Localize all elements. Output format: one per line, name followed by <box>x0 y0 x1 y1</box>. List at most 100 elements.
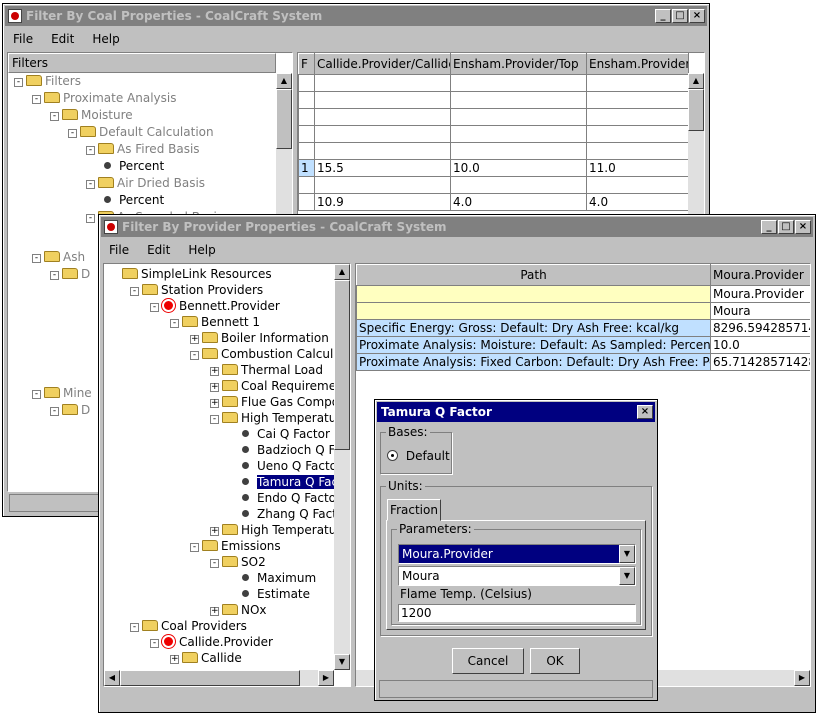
table-cell[interactable] <box>298 91 315 109</box>
table-cell[interactable] <box>314 108 451 126</box>
collapse-icon[interactable]: - <box>190 351 199 360</box>
table-cell[interactable] <box>298 125 315 143</box>
table-cell[interactable] <box>298 74 315 92</box>
table-cell[interactable] <box>450 91 587 109</box>
tree-item[interactable]: - SO2 <box>210 554 266 570</box>
tree-item[interactable]: SimpleLink Resources <box>110 266 272 282</box>
table-cell[interactable] <box>586 91 689 109</box>
path-cell[interactable]: Specific Energy: Gross: Default: Dry Ash… <box>356 319 711 337</box>
column-header[interactable]: F <box>298 53 315 75</box>
expand-icon[interactable]: + <box>210 399 219 408</box>
table-cell[interactable]: 4.0 <box>586 193 689 211</box>
chevron-down-icon[interactable]: ▼ <box>619 567 635 585</box>
table-cell[interactable] <box>298 142 315 160</box>
scroll-up-arrow-icon[interactable]: ▲ <box>276 73 292 89</box>
tree-item[interactable]: - Bennett.Provider <box>150 298 280 314</box>
tree-item[interactable]: - Bennett 1 <box>170 314 260 330</box>
value-cell[interactable]: Moura.Provider <box>710 285 810 303</box>
close-button[interactable]: × <box>689 9 705 23</box>
column-header[interactable]: Ensham.Provider. <box>586 53 689 75</box>
table-cell[interactable] <box>298 176 315 194</box>
collapse-icon[interactable]: - <box>210 559 219 568</box>
value-cell[interactable]: 8296.5942857142 <box>710 319 810 337</box>
menu-help[interactable]: Help <box>84 32 129 46</box>
tree-item[interactable]: Estimate <box>230 586 310 602</box>
path-cell[interactable] <box>356 285 711 303</box>
scroll-up-arrow-icon[interactable]: ▲ <box>334 264 350 280</box>
menu-edit[interactable]: Edit <box>43 32 84 46</box>
table-row[interactable] <box>298 91 689 109</box>
path-cell[interactable] <box>356 302 711 320</box>
chevron-down-icon[interactable]: ▼ <box>619 545 635 563</box>
collapse-icon[interactable]: - <box>32 254 41 263</box>
table-row[interactable]: 10.9 4.0 4.0 <box>298 193 689 211</box>
maximize-button[interactable]: □ <box>778 220 794 234</box>
scroll-right-arrow-icon[interactable]: ▶ <box>794 670 810 686</box>
tree-item[interactable]: - Station Providers <box>130 282 263 298</box>
table-cell[interactable]: 4.0 <box>450 193 587 211</box>
tree-item[interactable]: Cai Q Factor <box>230 426 330 442</box>
dialog-titlebar[interactable]: Tamura Q Factor × <box>377 402 655 422</box>
collapse-icon[interactable]: - <box>130 287 139 296</box>
fraction-tab[interactable]: Fraction <box>387 499 441 521</box>
table-row[interactable]: Proximate Analysis: Moisture: Default: A… <box>356 336 810 354</box>
menu-file[interactable]: File <box>5 32 43 46</box>
back-window-titlebar[interactable]: Filter By Coal Properties - CoalCraft Sy… <box>5 6 707 26</box>
scroll-left-arrow-icon[interactable]: ◀ <box>104 670 120 686</box>
table-row[interactable] <box>298 176 689 194</box>
ok-button[interactable]: OK <box>530 648 580 674</box>
table-row[interactable]: Moura <box>356 302 810 320</box>
expand-icon[interactable]: + <box>190 335 199 344</box>
column-header[interactable]: Moura.Provider <box>710 264 810 286</box>
tree-item[interactable]: Endo Q Factor <box>230 490 334 506</box>
table-cell[interactable] <box>314 176 451 194</box>
collapse-icon[interactable]: - <box>190 543 199 552</box>
collapse-icon[interactable]: - <box>130 623 139 632</box>
table-row[interactable]: Proximate Analysis: Fixed Carbon: Defaul… <box>356 353 810 371</box>
table-cell[interactable] <box>450 142 587 160</box>
expand-icon[interactable]: + <box>170 655 179 664</box>
table-cell[interactable] <box>314 125 451 143</box>
column-header[interactable]: Callide.Provider/Callide <box>314 53 451 75</box>
tree-item[interactable]: + Thermal Load <box>210 362 323 378</box>
coal-select[interactable]: Moura ▼ <box>398 566 636 586</box>
scroll-right-arrow-icon[interactable]: ▶ <box>318 670 334 686</box>
table-row[interactable] <box>298 74 689 92</box>
column-header[interactable]: Ensham.Provider/Top <box>450 53 587 75</box>
table-cell[interactable]: 15.5 <box>314 159 451 177</box>
front-window-titlebar[interactable]: Filter By Provider Properties - CoalCraf… <box>101 217 813 237</box>
column-header[interactable]: Path <box>356 264 711 286</box>
collapse-icon[interactable]: - <box>50 407 59 416</box>
table-cell[interactable]: 1 <box>298 159 315 177</box>
collapse-icon[interactable]: - <box>150 639 159 648</box>
close-button[interactable]: × <box>795 220 811 234</box>
tree-item[interactable]: - Combustion Calculations <box>190 346 334 362</box>
collapse-icon[interactable]: - <box>150 303 159 312</box>
table-row[interactable]: Moura.Provider <box>356 285 810 303</box>
table-row[interactable]: Specific Energy: Gross: Default: Dry Ash… <box>356 319 810 337</box>
scroll-thumb[interactable] <box>688 89 704 131</box>
tree-item[interactable]: - Coal Providers <box>130 618 247 634</box>
table-cell[interactable] <box>450 176 587 194</box>
scroll-up-arrow-icon[interactable]: ▲ <box>688 73 704 89</box>
tree-item[interactable]: - High Temperature V <box>210 410 334 426</box>
expand-icon[interactable]: + <box>210 607 219 616</box>
collapse-icon[interactable]: - <box>170 319 179 328</box>
tree-item[interactable]: - Emissions <box>190 538 281 554</box>
table-cell[interactable] <box>298 108 315 126</box>
value-cell[interactable]: 10.0 <box>710 336 810 354</box>
provider-select[interactable]: Moura.Provider ▼ <box>398 544 636 564</box>
tree-item[interactable]: Maximum <box>230 570 316 586</box>
table-row[interactable] <box>298 142 689 160</box>
collapse-icon[interactable]: - <box>210 415 219 424</box>
expand-icon[interactable]: + <box>210 527 219 536</box>
scroll-thumb[interactable] <box>120 670 300 686</box>
resources-vscroll[interactable]: ▲ ▼ <box>334 264 350 670</box>
value-cell[interactable]: 65.714285714285 <box>710 353 810 371</box>
menu-help[interactable]: Help <box>180 243 225 257</box>
table-cell[interactable] <box>586 176 689 194</box>
table-row[interactable] <box>298 108 689 126</box>
scroll-thumb[interactable] <box>276 89 292 149</box>
resources-hscroll[interactable]: ◀ ▶ <box>104 670 334 686</box>
table-cell[interactable]: 11.0 <box>586 159 689 177</box>
